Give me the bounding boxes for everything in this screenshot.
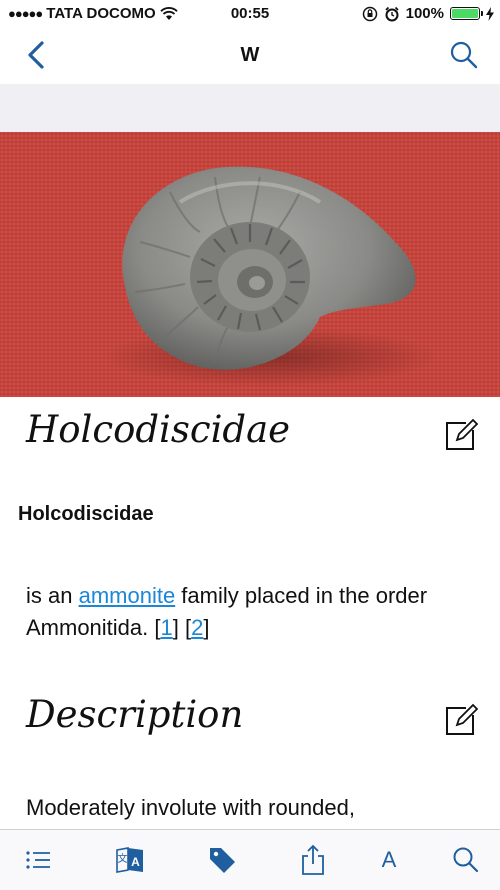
save-tag-icon[interactable] xyxy=(206,844,238,876)
charging-icon xyxy=(486,6,494,21)
reference-link-1[interactable]: 1 xyxy=(161,615,173,640)
edit-section-icon[interactable] xyxy=(444,703,478,737)
intro-paragraph: is an ammonite family placed in the orde… xyxy=(26,580,476,644)
status-bar: ●●●●● TATA DOCOMO 00:55 100% xyxy=(0,0,500,28)
edit-icon[interactable] xyxy=(444,418,478,452)
bottom-toolbar: A 文 A xyxy=(0,829,500,890)
battery-fill xyxy=(452,9,478,18)
search-icon[interactable] xyxy=(448,39,480,71)
reference-end: ] xyxy=(203,615,210,640)
svg-text:A: A xyxy=(131,855,140,869)
nav-title: W xyxy=(240,44,260,66)
svg-text:文: 文 xyxy=(118,852,128,865)
alarm-icon xyxy=(384,6,399,21)
battery-percent: 100% xyxy=(405,5,444,22)
description-paragraph: Moderately involute with rounded, xyxy=(26,795,355,820)
share-icon[interactable] xyxy=(297,844,329,876)
language-icon[interactable]: A 文 xyxy=(114,844,146,876)
search-toolbar-icon[interactable] xyxy=(450,844,482,876)
battery-icon xyxy=(450,7,483,20)
lead-bold-title: Holcodiscidae xyxy=(18,503,154,525)
reference-separator: ] [ xyxy=(172,615,192,640)
ammonite-fossil-image xyxy=(0,132,500,397)
orientation-lock-icon xyxy=(362,6,377,21)
status-right: 100% xyxy=(362,5,494,22)
font-size-button[interactable]: A xyxy=(373,844,405,876)
intro-text-1: is an xyxy=(26,583,79,608)
article-title: Holcodiscidae xyxy=(26,408,291,451)
header-band xyxy=(0,84,500,132)
table-of-contents-icon[interactable] xyxy=(22,844,54,876)
reference-link-2[interactable]: 2 xyxy=(191,615,203,640)
article-lead-image[interactable] xyxy=(0,132,500,397)
navigation-bar: W xyxy=(0,28,500,84)
link-ammonite[interactable]: ammonite xyxy=(79,583,176,608)
section-heading-description: Description xyxy=(26,693,244,736)
